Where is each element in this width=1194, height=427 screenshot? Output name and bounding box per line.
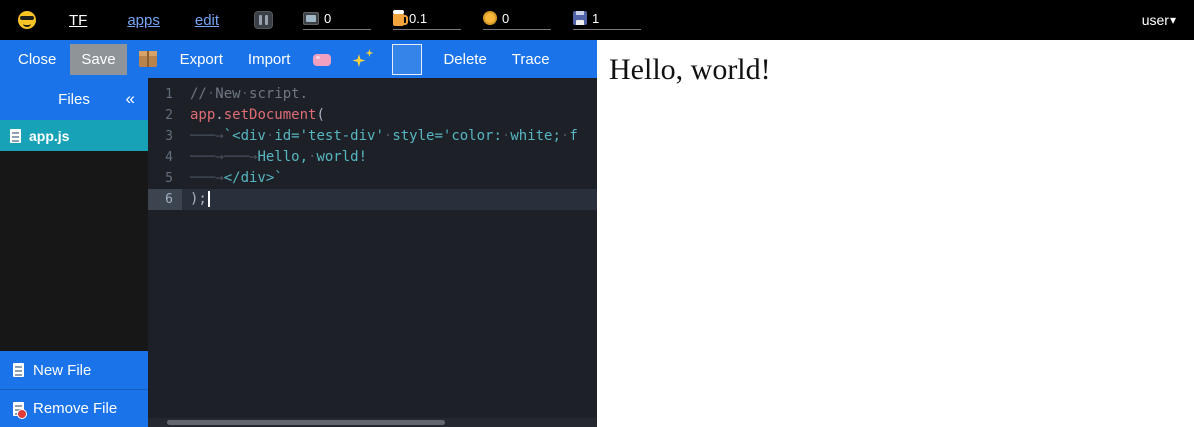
editor-pane: Close Save Export Import Delete Trace: [0, 40, 597, 427]
file-page-icon: [10, 129, 21, 143]
code-text: ───→───→Hello,·world!: [182, 147, 367, 168]
blank-button[interactable]: [392, 44, 422, 75]
code-line-6[interactable]: 6);: [148, 189, 597, 210]
workspace: Files « app.js New File: [0, 78, 597, 427]
code-line-3[interactable]: 3───→`<div·id='test-div'·style='color:·w…: [148, 126, 597, 147]
controls-icon[interactable]: [254, 11, 273, 29]
code-text: //·New·script.: [182, 84, 308, 105]
code-line-1[interactable]: 1//·New·script.: [148, 84, 597, 105]
code-line-2[interactable]: 2app.setDocument(: [148, 105, 597, 126]
file-item-appjs[interactable]: app.js: [0, 120, 148, 151]
floppy-stat-value: 1: [592, 11, 599, 26]
line-number: 4: [148, 147, 182, 168]
soap-button[interactable]: [304, 48, 340, 70]
floppy-icon: [573, 11, 587, 25]
new-file-icon: [13, 363, 24, 377]
new-file-label: New File: [33, 362, 91, 379]
sidebar-actions: New File Remove File: [0, 351, 148, 427]
remove-file-label: Remove File: [33, 400, 117, 417]
app-preview: Hello, world!: [597, 40, 1194, 427]
export-button[interactable]: Export: [169, 44, 234, 75]
line-number: 1: [148, 84, 182, 105]
beer-stat-field[interactable]: 0.1: [393, 10, 461, 30]
monitor-icon: [303, 12, 319, 25]
files-sidebar: Files « app.js New File: [0, 78, 148, 427]
tf-home-link[interactable]: TF: [69, 12, 87, 29]
line-number: 3: [148, 126, 182, 147]
code-lines: 1//·New·script.2app.setDocument(3───→`<d…: [148, 78, 597, 210]
sparkles-icon: [352, 49, 373, 69]
close-button[interactable]: Close: [7, 44, 67, 75]
coin-stat-value: 0: [502, 11, 509, 26]
code-line-5[interactable]: 5───→</div>`: [148, 168, 597, 189]
topbar: TF apps edit 0 0.1 0 1 user ▾: [0, 0, 1194, 40]
remove-file-icon: [13, 402, 24, 416]
import-button[interactable]: Import: [237, 44, 302, 75]
user-label: user: [1142, 12, 1169, 28]
package-icon: [139, 51, 157, 67]
editor-toolbar: Close Save Export Import Delete Trace: [0, 40, 597, 78]
code-text: app.setDocument(: [182, 105, 325, 126]
edit-link[interactable]: edit: [195, 12, 219, 29]
collapse-sidebar-button[interactable]: «: [126, 89, 135, 109]
caret-down-icon: ▾: [1170, 13, 1176, 27]
remove-file-button[interactable]: Remove File: [0, 389, 148, 427]
file-list: app.js: [0, 120, 148, 351]
soap-icon: [313, 54, 331, 66]
text-cursor: [208, 191, 210, 207]
save-button[interactable]: Save: [70, 44, 126, 75]
file-name: app.js: [29, 128, 69, 144]
beer-stat-value: 0.1: [409, 11, 427, 26]
line-number: 6: [148, 189, 182, 210]
apps-link[interactable]: apps: [127, 12, 160, 29]
user-menu[interactable]: user ▾: [1142, 12, 1176, 28]
smiley-sunglasses-icon[interactable]: [18, 11, 36, 29]
beer-icon: [393, 13, 404, 26]
code-text: ───→</div>`: [182, 168, 283, 189]
code-editor[interactable]: 1//·New·script.2app.setDocument(3───→`<d…: [148, 78, 597, 427]
package-button[interactable]: [130, 47, 166, 71]
delete-button[interactable]: Delete: [432, 44, 497, 75]
files-title: Files: [58, 91, 90, 108]
code-line-4[interactable]: 4───→───→Hello,·world!: [148, 147, 597, 168]
line-number: 2: [148, 105, 182, 126]
scrollbar-thumb[interactable]: [167, 420, 445, 425]
coin-stat-field[interactable]: 0: [483, 11, 551, 30]
horizontal-scrollbar[interactable]: [148, 418, 597, 427]
sparkles-button[interactable]: [343, 45, 382, 73]
preview-hello-text: Hello, world!: [609, 53, 1194, 87]
monitor-stat-value: 0: [324, 11, 331, 26]
floppy-stat-field[interactable]: 1: [573, 11, 641, 30]
main-area: Close Save Export Import Delete Trace: [0, 40, 1194, 427]
new-file-button[interactable]: New File: [0, 351, 148, 389]
files-header: Files «: [0, 78, 148, 120]
line-number: 5: [148, 168, 182, 189]
coin-icon: [483, 11, 497, 25]
code-text: );: [182, 189, 210, 210]
monitor-stat-field[interactable]: 0: [303, 11, 371, 30]
code-text: ───→`<div·id='test-div'·style='color:·wh…: [182, 126, 578, 147]
trace-button[interactable]: Trace: [501, 44, 561, 75]
